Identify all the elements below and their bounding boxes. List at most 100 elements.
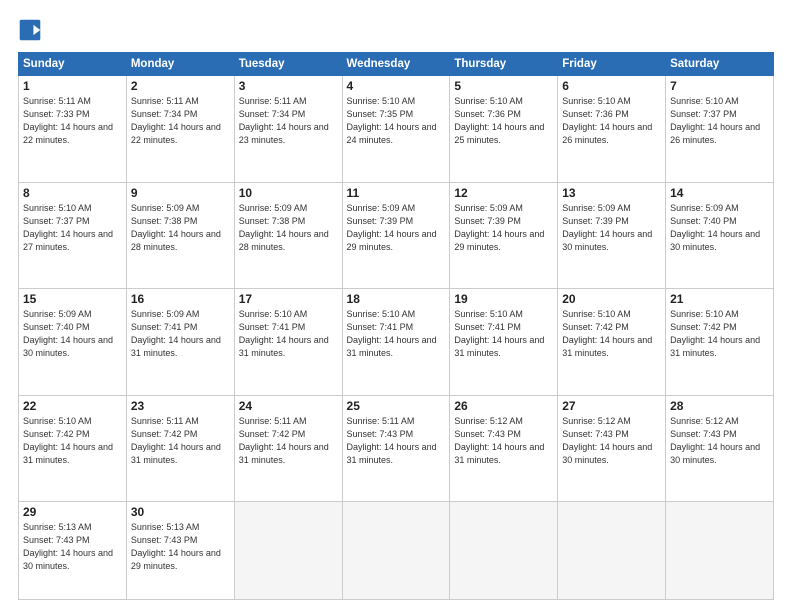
cell-info: Sunrise: 5:10 AMSunset: 7:35 PMDaylight:… bbox=[347, 96, 437, 145]
cell-info: Sunrise: 5:09 AMSunset: 7:38 PMDaylight:… bbox=[131, 203, 221, 252]
day-number: 5 bbox=[454, 79, 553, 93]
day-number: 27 bbox=[562, 399, 661, 413]
calendar-cell: 23 Sunrise: 5:11 AMSunset: 7:42 PMDayligh… bbox=[126, 395, 234, 502]
day-number: 16 bbox=[131, 292, 230, 306]
day-number: 6 bbox=[562, 79, 661, 93]
calendar-cell: 21Sunrise: 5:10 AMSunset: 7:42 PMDayligh… bbox=[666, 289, 774, 396]
cell-info: Sunrise: 5:10 AMSunset: 7:41 PMDaylight:… bbox=[347, 309, 437, 358]
cell-info: Sunrise: 5:10 AMSunset: 7:37 PMDaylight:… bbox=[23, 203, 113, 252]
day-number: 14 bbox=[670, 186, 769, 200]
day-header-thursday: Thursday bbox=[450, 53, 558, 76]
day-number: 26 bbox=[454, 399, 553, 413]
calendar-cell: 7 Sunrise: 5:10 AMSunset: 7:37 PMDaylight… bbox=[666, 76, 774, 183]
day-header-wednesday: Wednesday bbox=[342, 53, 450, 76]
calendar-cell: 6 Sunrise: 5:10 AMSunset: 7:36 PMDaylight… bbox=[558, 76, 666, 183]
day-number: 18 bbox=[347, 292, 446, 306]
cell-info: Sunrise: 5:09 AMSunset: 7:40 PMDaylight:… bbox=[670, 203, 760, 252]
cell-info: Sunrise: 5:13 AMSunset: 7:43 PMDaylight:… bbox=[23, 522, 113, 571]
cell-info: Sunrise: 5:09 AMSunset: 7:40 PMDaylight:… bbox=[23, 309, 113, 358]
cell-info: Sunrise: 5:09 AMSunset: 7:38 PMDaylight:… bbox=[239, 203, 329, 252]
calendar-header-row: SundayMondayTuesdayWednesdayThursdayFrid… bbox=[19, 53, 774, 76]
calendar-cell: 4 Sunrise: 5:10 AMSunset: 7:35 PMDaylight… bbox=[342, 76, 450, 183]
day-number: 17 bbox=[239, 292, 338, 306]
calendar-table: SundayMondayTuesdayWednesdayThursdayFrid… bbox=[18, 52, 774, 600]
calendar-cell: 14 Sunrise: 5:09 AMSunset: 7:40 PMDayligh… bbox=[666, 182, 774, 289]
day-number: 1 bbox=[23, 79, 122, 93]
cell-info: Sunrise: 5:11 AMSunset: 7:42 PMDaylight:… bbox=[131, 416, 221, 465]
day-number: 25 bbox=[347, 399, 446, 413]
cell-info: Sunrise: 5:10 AMSunset: 7:41 PMDaylight:… bbox=[239, 309, 329, 358]
cell-info: Sunrise: 5:13 AMSunset: 7:43 PMDaylight:… bbox=[131, 522, 221, 571]
page: SundayMondayTuesdayWednesdayThursdayFrid… bbox=[0, 0, 792, 612]
cell-info: Sunrise: 5:10 AMSunset: 7:36 PMDaylight:… bbox=[454, 96, 544, 145]
cell-info: Sunrise: 5:11 AMSunset: 7:43 PMDaylight:… bbox=[347, 416, 437, 465]
calendar-cell: 29 Sunrise: 5:13 AMSunset: 7:43 PMDayligh… bbox=[19, 502, 127, 600]
calendar-cell: 19 Sunrise: 5:10 AMSunset: 7:41 PMDayligh… bbox=[450, 289, 558, 396]
day-number: 10 bbox=[239, 186, 338, 200]
calendar-cell: 15Sunrise: 5:09 AMSunset: 7:40 PMDayligh… bbox=[19, 289, 127, 396]
calendar-cell: 27 Sunrise: 5:12 AMSunset: 7:43 PMDayligh… bbox=[558, 395, 666, 502]
cell-info: Sunrise: 5:09 AMSunset: 7:39 PMDaylight:… bbox=[454, 203, 544, 252]
calendar-cell bbox=[558, 502, 666, 600]
calendar-week-row: 22 Sunrise: 5:10 AMSunset: 7:42 PMDayligh… bbox=[19, 395, 774, 502]
calendar-cell: 18 Sunrise: 5:10 AMSunset: 7:41 PMDayligh… bbox=[342, 289, 450, 396]
calendar-cell: 26 Sunrise: 5:12 AMSunset: 7:43 PMDayligh… bbox=[450, 395, 558, 502]
calendar-cell: 12Sunrise: 5:09 AMSunset: 7:39 PMDayligh… bbox=[450, 182, 558, 289]
day-number: 24 bbox=[239, 399, 338, 413]
day-number: 9 bbox=[131, 186, 230, 200]
day-number: 23 bbox=[131, 399, 230, 413]
calendar-cell: 5 Sunrise: 5:10 AMSunset: 7:36 PMDaylight… bbox=[450, 76, 558, 183]
calendar-cell: 22 Sunrise: 5:10 AMSunset: 7:42 PMDayligh… bbox=[19, 395, 127, 502]
logo bbox=[18, 18, 46, 42]
cell-info: Sunrise: 5:10 AMSunset: 7:36 PMDaylight:… bbox=[562, 96, 652, 145]
calendar-cell: 13 Sunrise: 5:09 AMSunset: 7:39 PMDayligh… bbox=[558, 182, 666, 289]
calendar-week-row: 29 Sunrise: 5:13 AMSunset: 7:43 PMDayligh… bbox=[19, 502, 774, 600]
day-number: 19 bbox=[454, 292, 553, 306]
calendar-cell: 8Sunrise: 5:10 AMSunset: 7:37 PMDaylight… bbox=[19, 182, 127, 289]
cell-info: Sunrise: 5:11 AMSunset: 7:34 PMDaylight:… bbox=[239, 96, 329, 145]
calendar-cell: 24 Sunrise: 5:11 AMSunset: 7:42 PMDayligh… bbox=[234, 395, 342, 502]
cell-info: Sunrise: 5:10 AMSunset: 7:41 PMDaylight:… bbox=[454, 309, 544, 358]
cell-info: Sunrise: 5:12 AMSunset: 7:43 PMDaylight:… bbox=[562, 416, 652, 465]
cell-info: Sunrise: 5:11 AMSunset: 7:34 PMDaylight:… bbox=[131, 96, 221, 145]
day-number: 11 bbox=[347, 186, 446, 200]
header bbox=[18, 18, 774, 42]
day-number: 13 bbox=[562, 186, 661, 200]
calendar-cell: 30 Sunrise: 5:13 AMSunset: 7:43 PMDayligh… bbox=[126, 502, 234, 600]
calendar-cell: 1 Sunrise: 5:11 AMSunset: 7:33 PMDaylight… bbox=[19, 76, 127, 183]
day-number: 22 bbox=[23, 399, 122, 413]
calendar-cell bbox=[450, 502, 558, 600]
cell-info: Sunrise: 5:09 AMSunset: 7:39 PMDaylight:… bbox=[562, 203, 652, 252]
cell-info: Sunrise: 5:12 AMSunset: 7:43 PMDaylight:… bbox=[670, 416, 760, 465]
cell-info: Sunrise: 5:11 AMSunset: 7:33 PMDaylight:… bbox=[23, 96, 113, 145]
day-number: 2 bbox=[131, 79, 230, 93]
calendar-cell bbox=[234, 502, 342, 600]
day-number: 20 bbox=[562, 292, 661, 306]
day-number: 30 bbox=[131, 505, 230, 519]
day-header-friday: Friday bbox=[558, 53, 666, 76]
day-number: 7 bbox=[670, 79, 769, 93]
day-number: 29 bbox=[23, 505, 122, 519]
calendar-cell: 20 Sunrise: 5:10 AMSunset: 7:42 PMDayligh… bbox=[558, 289, 666, 396]
calendar-cell: 17 Sunrise: 5:10 AMSunset: 7:41 PMDayligh… bbox=[234, 289, 342, 396]
day-number: 28 bbox=[670, 399, 769, 413]
day-number: 3 bbox=[239, 79, 338, 93]
cell-info: Sunrise: 5:12 AMSunset: 7:43 PMDaylight:… bbox=[454, 416, 544, 465]
calendar-cell: 10 Sunrise: 5:09 AMSunset: 7:38 PMDayligh… bbox=[234, 182, 342, 289]
cell-info: Sunrise: 5:10 AMSunset: 7:37 PMDaylight:… bbox=[670, 96, 760, 145]
day-header-monday: Monday bbox=[126, 53, 234, 76]
calendar-cell bbox=[342, 502, 450, 600]
cell-info: Sunrise: 5:10 AMSunset: 7:42 PMDaylight:… bbox=[23, 416, 113, 465]
calendar-cell: 2 Sunrise: 5:11 AMSunset: 7:34 PMDaylight… bbox=[126, 76, 234, 183]
day-header-sunday: Sunday bbox=[19, 53, 127, 76]
day-number: 4 bbox=[347, 79, 446, 93]
calendar-cell: 3 Sunrise: 5:11 AMSunset: 7:34 PMDaylight… bbox=[234, 76, 342, 183]
cell-info: Sunrise: 5:09 AMSunset: 7:41 PMDaylight:… bbox=[131, 309, 221, 358]
calendar-cell: 16 Sunrise: 5:09 AMSunset: 7:41 PMDayligh… bbox=[126, 289, 234, 396]
calendar-cell: 28 Sunrise: 5:12 AMSunset: 7:43 PMDayligh… bbox=[666, 395, 774, 502]
cell-info: Sunrise: 5:10 AMSunset: 7:42 PMDaylight:… bbox=[562, 309, 652, 358]
calendar-cell: 9 Sunrise: 5:09 AMSunset: 7:38 PMDaylight… bbox=[126, 182, 234, 289]
cell-info: Sunrise: 5:09 AMSunset: 7:39 PMDaylight:… bbox=[347, 203, 437, 252]
cell-info: Sunrise: 5:11 AMSunset: 7:42 PMDaylight:… bbox=[239, 416, 329, 465]
cell-info: Sunrise: 5:10 AMSunset: 7:42 PMDaylight:… bbox=[670, 309, 760, 358]
